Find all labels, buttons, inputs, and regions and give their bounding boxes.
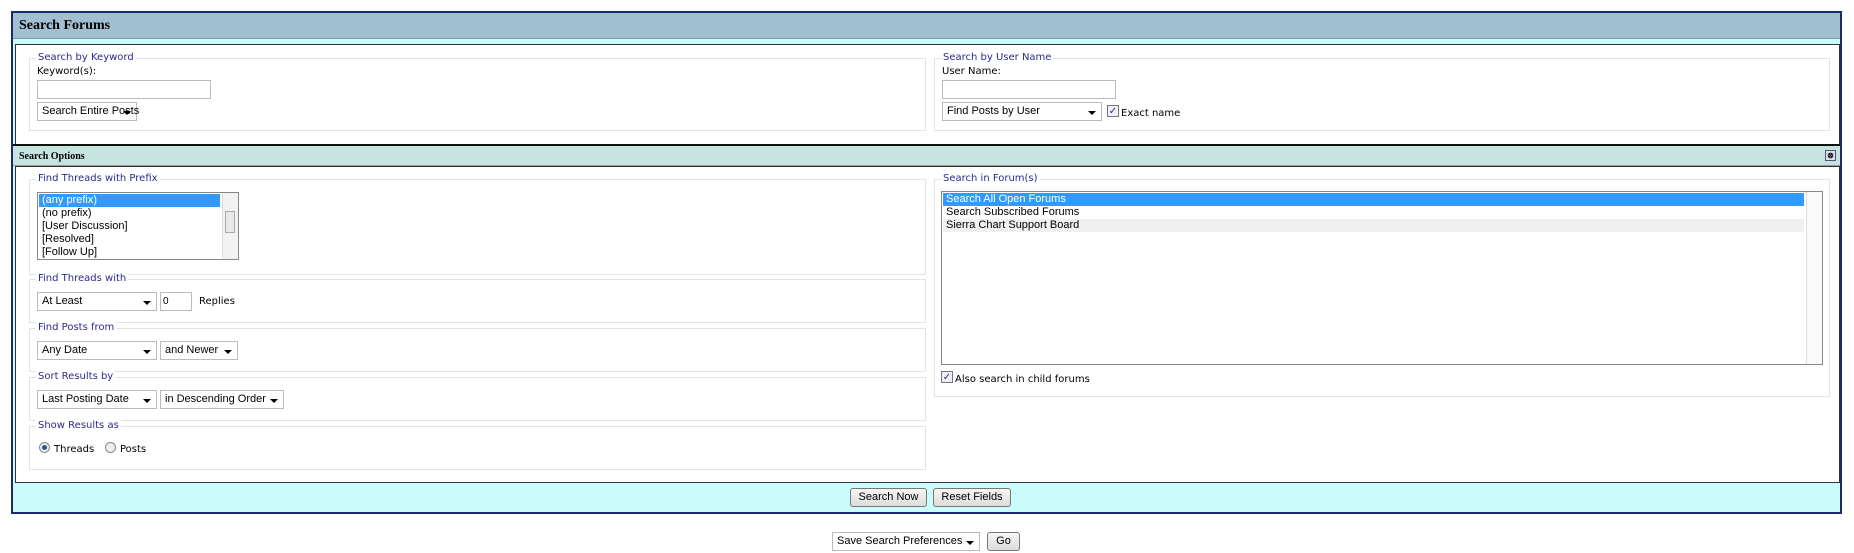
threads-radio[interactable] bbox=[39, 442, 50, 453]
sort-legend: Sort Results by bbox=[36, 371, 116, 382]
child-forums-label: Also search in child forums bbox=[955, 374, 1090, 385]
keyword-input[interactable] bbox=[37, 80, 211, 99]
posts-radio[interactable] bbox=[105, 442, 116, 453]
chevron-down-icon bbox=[270, 399, 278, 403]
collapse-icon[interactable]: ⊗ bbox=[1825, 150, 1836, 161]
search-options-header[interactable]: Search Options ⊗ bbox=[13, 144, 1840, 166]
keyword-mode-select[interactable]: Search Entire Posts bbox=[37, 102, 139, 121]
page-title: Search Forums bbox=[13, 13, 1840, 39]
chevron-down-icon bbox=[143, 350, 151, 354]
show-results-fieldset: Show Results as Threads Posts bbox=[29, 420, 926, 470]
save-preferences-value: Save Search Preferences bbox=[837, 535, 963, 547]
chevron-down-icon bbox=[123, 111, 131, 115]
prefix-legend: Find Threads with Prefix bbox=[36, 173, 160, 184]
child-forums-checkbox[interactable]: ✓ bbox=[941, 371, 953, 383]
forums-fieldset: Search in Forum(s) Search All Open Forum… bbox=[934, 173, 1830, 397]
exact-name-label: Exact name bbox=[1121, 108, 1181, 119]
sort-order-value: in Descending Order bbox=[165, 393, 266, 405]
forums-legend: Search in Forum(s) bbox=[941, 173, 1040, 184]
posts-from-fieldset: Find Posts from Any Date and Newer bbox=[29, 322, 926, 372]
forum-option[interactable]: Search Subscribed Forums bbox=[943, 206, 1804, 219]
forums-listbox[interactable]: Search All Open Forums Search Subscribed… bbox=[941, 191, 1823, 365]
sort-field-value: Last Posting Date bbox=[42, 393, 129, 405]
chevron-down-icon bbox=[966, 541, 974, 545]
prefix-option[interactable]: [Resolved] bbox=[39, 233, 237, 246]
forum-option[interactable]: Sierra Chart Support Board bbox=[943, 219, 1804, 232]
username-legend: Search by User Name bbox=[941, 52, 1054, 63]
chevron-down-icon bbox=[1088, 111, 1096, 115]
forum-option[interactable]: Search All Open Forums bbox=[943, 193, 1804, 206]
exact-name-checkbox[interactable]: ✓ bbox=[1107, 105, 1119, 117]
sort-order-select[interactable]: in Descending Order bbox=[160, 390, 284, 409]
show-results-legend: Show Results as bbox=[36, 420, 121, 431]
prefix-option[interactable]: (any prefix) bbox=[39, 194, 220, 207]
threads-with-fieldset: Find Threads with At Least Replies bbox=[29, 273, 926, 323]
search-options-panel: Find Threads with Prefix (any prefix) (n… bbox=[15, 166, 1840, 483]
prefix-option[interactable]: [User Discussion] bbox=[39, 220, 237, 233]
threads-with-legend: Find Threads with bbox=[36, 273, 129, 284]
username-fieldset: Search by User Name User Name: Find Post… bbox=[934, 52, 1830, 131]
prefix-scrollbar[interactable] bbox=[222, 193, 238, 259]
user-mode-select[interactable]: Find Posts by User bbox=[942, 102, 1102, 121]
prefix-listbox[interactable]: (any prefix) (no prefix) [User Discussio… bbox=[37, 192, 239, 260]
search-criteria-panel: Search by Keyword Keyword(s): Search Ent… bbox=[15, 44, 1840, 144]
posts-from-legend: Find Posts from bbox=[36, 322, 117, 333]
sort-field-select[interactable]: Last Posting Date bbox=[37, 390, 157, 409]
posts-from-direction-value: and Newer bbox=[165, 344, 219, 356]
threads-radio-label: Threads bbox=[54, 444, 95, 455]
search-forums-panel: Search Forums Search by Keyword Keyword(… bbox=[11, 11, 1842, 514]
user-mode-value: Find Posts by User bbox=[947, 105, 1040, 117]
sort-fieldset: Sort Results by Last Posting Date in Des… bbox=[29, 371, 926, 421]
chevron-down-icon bbox=[143, 301, 151, 305]
posts-from-direction-select[interactable]: and Newer bbox=[160, 341, 238, 360]
reset-fields-button[interactable]: Reset Fields bbox=[933, 488, 1011, 507]
search-now-button[interactable]: Search Now bbox=[850, 488, 927, 507]
prefix-fieldset: Find Threads with Prefix (any prefix) (n… bbox=[29, 173, 926, 275]
prefix-option[interactable]: [Follow Up] bbox=[39, 246, 237, 259]
prefix-option[interactable]: (no prefix) bbox=[39, 207, 237, 220]
search-options-title: Search Options bbox=[19, 151, 85, 162]
chevron-down-icon bbox=[224, 350, 232, 354]
replies-label: Replies bbox=[199, 296, 235, 307]
forums-scrollbar[interactable] bbox=[1806, 192, 1822, 364]
posts-from-date-select[interactable]: Any Date bbox=[37, 341, 157, 360]
chevron-down-icon bbox=[143, 399, 151, 403]
keyword-label: Keyword(s): bbox=[37, 66, 97, 77]
posts-from-date-value: Any Date bbox=[42, 344, 88, 356]
threads-with-mode-select[interactable]: At Least bbox=[37, 292, 157, 311]
username-input[interactable] bbox=[942, 80, 1116, 99]
username-label: User Name: bbox=[942, 66, 1001, 77]
save-preferences-select[interactable]: Save Search Preferences bbox=[832, 532, 980, 551]
threads-with-mode-value: At Least bbox=[42, 295, 83, 307]
replies-count-input[interactable] bbox=[160, 292, 192, 311]
posts-radio-label: Posts bbox=[120, 444, 147, 455]
go-button[interactable]: Go bbox=[987, 532, 1020, 551]
keyword-legend: Search by Keyword bbox=[36, 52, 136, 63]
keyword-fieldset: Search by Keyword Keyword(s): Search Ent… bbox=[29, 52, 926, 131]
